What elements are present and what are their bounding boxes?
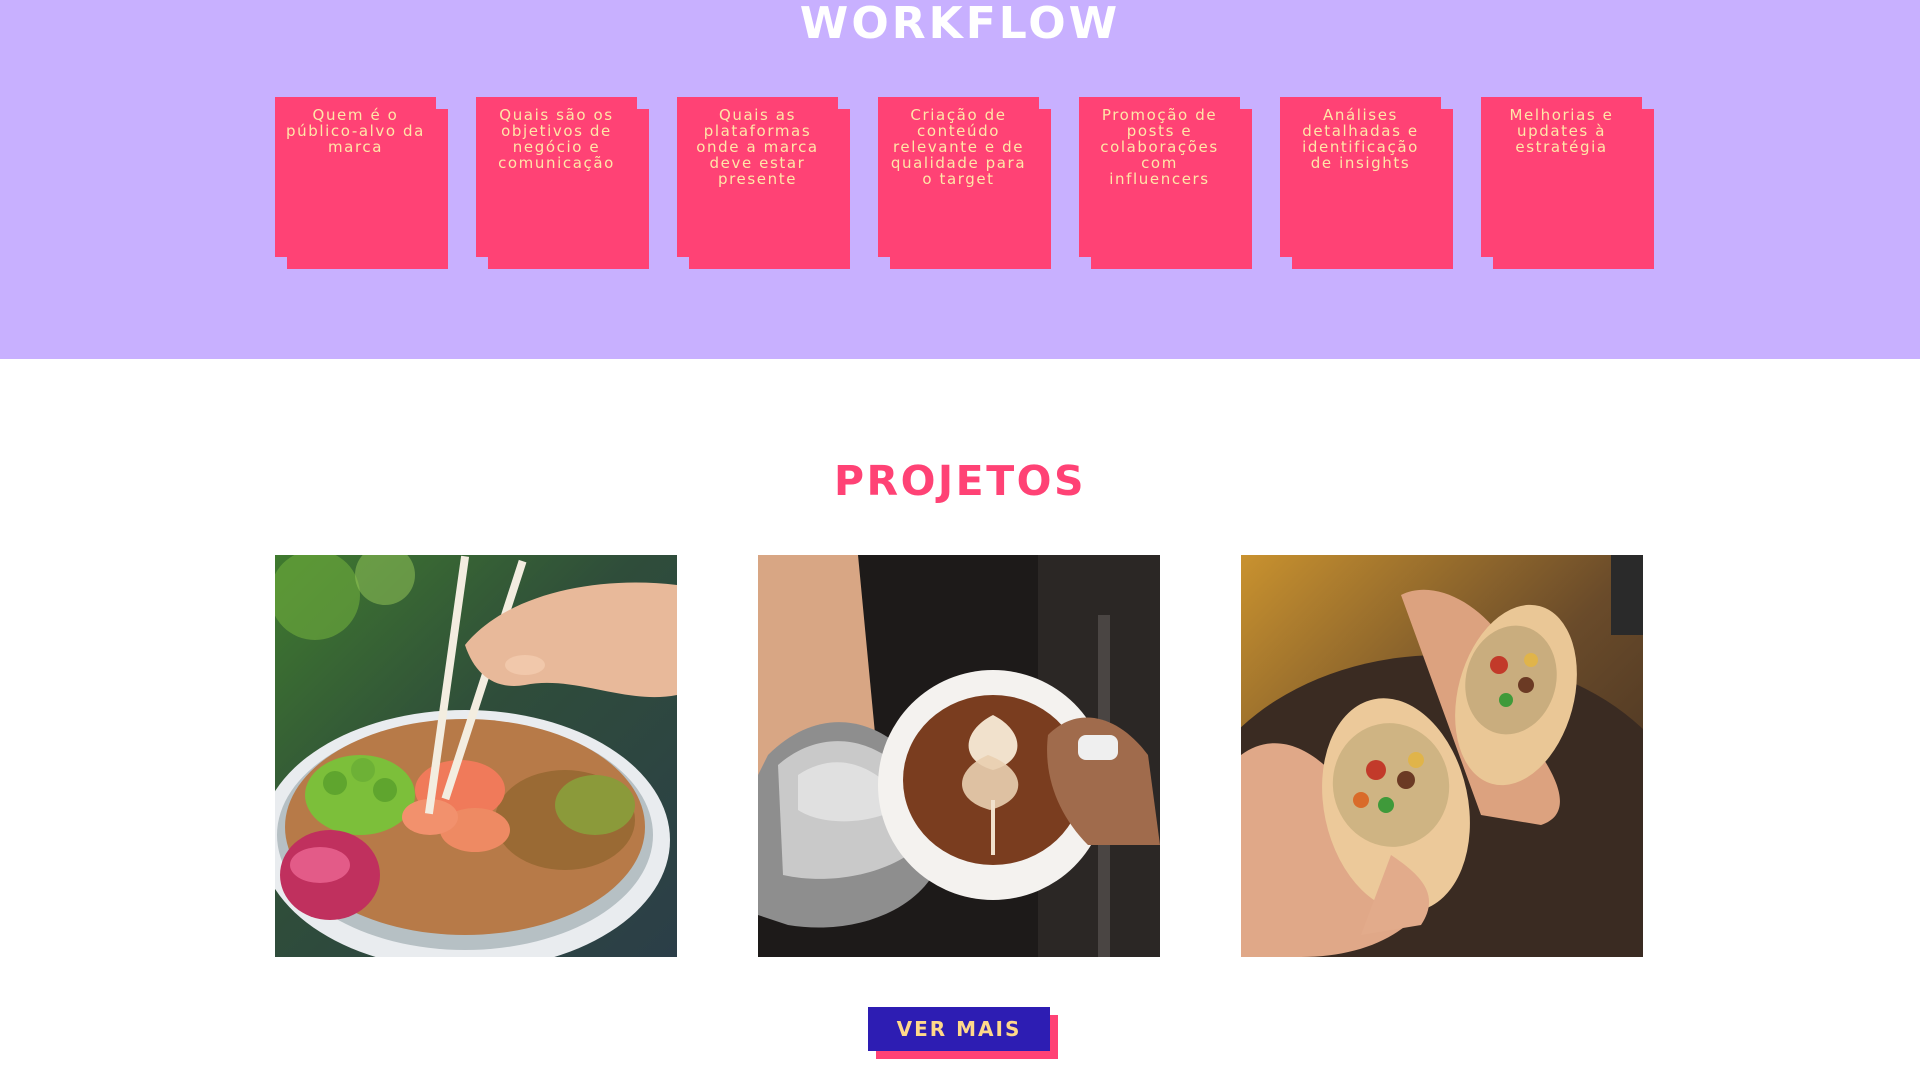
step-label: Quais são os objetivos de negócio e comu… xyxy=(498,106,615,172)
ver-mais-cta: VER MAIS xyxy=(868,1007,1058,1059)
project-image-poke-bowl[interactable] xyxy=(275,555,677,957)
workflow-step-1: Quem é o público-alvo da marca xyxy=(275,97,448,269)
workflow-step-3: Quais as plataformas onde a marca deve e… xyxy=(677,97,850,269)
step-card: Quem é o público-alvo da marca xyxy=(275,97,436,257)
step-label: Promoção de posts e colaborações com inf… xyxy=(1100,106,1219,188)
burrito-photo xyxy=(1241,555,1643,957)
step-card: Promoção de posts e colaborações com inf… xyxy=(1079,97,1240,257)
page: WORKFLOW Quem é o público-alvo da marca … xyxy=(0,0,1920,1079)
workflow-step-5: Promoção de posts e colaborações com inf… xyxy=(1079,97,1252,269)
step-card: Quais são os objetivos de negócio e comu… xyxy=(476,97,637,257)
step-label: Análises detalhadas e identificação de i… xyxy=(1302,106,1419,172)
ver-mais-button[interactable]: VER MAIS xyxy=(868,1007,1050,1051)
step-label: Melhorias e updates à estratégia xyxy=(1509,106,1614,156)
workflow-section: WORKFLOW Quem é o público-alvo da marca … xyxy=(0,0,1920,359)
latte-art-photo xyxy=(758,555,1160,957)
workflow-step-7: Melhorias e updates à estratégia xyxy=(1481,97,1654,269)
step-card: Quais as plataformas onde a marca deve e… xyxy=(677,97,838,257)
project-image-burrito[interactable] xyxy=(1241,555,1643,957)
step-card: Criação de conteúdo relevante e de quali… xyxy=(878,97,1039,257)
workflow-step-6: Análises detalhadas e identificação de i… xyxy=(1280,97,1453,269)
projects-title: PROJETOS xyxy=(833,457,1087,505)
step-label: Criação de conteúdo relevante e de quali… xyxy=(890,106,1027,188)
projects-gallery xyxy=(275,555,1643,957)
step-label: Quais as plataformas onde a marca deve e… xyxy=(696,106,819,188)
workflow-title: WORKFLOW xyxy=(799,0,1121,49)
step-label: Quem é o público-alvo da marca xyxy=(286,106,425,156)
workflow-steps: Quem é o público-alvo da marca Quais são… xyxy=(275,97,1654,269)
poke-bowl-photo xyxy=(275,555,677,957)
step-card: Análises detalhadas e identificação de i… xyxy=(1280,97,1441,257)
workflow-step-2: Quais são os objetivos de negócio e comu… xyxy=(476,97,649,269)
project-image-latte[interactable] xyxy=(758,555,1160,957)
workflow-step-4: Criação de conteúdo relevante e de quali… xyxy=(878,97,1051,269)
step-card: Melhorias e updates à estratégia xyxy=(1481,97,1642,257)
